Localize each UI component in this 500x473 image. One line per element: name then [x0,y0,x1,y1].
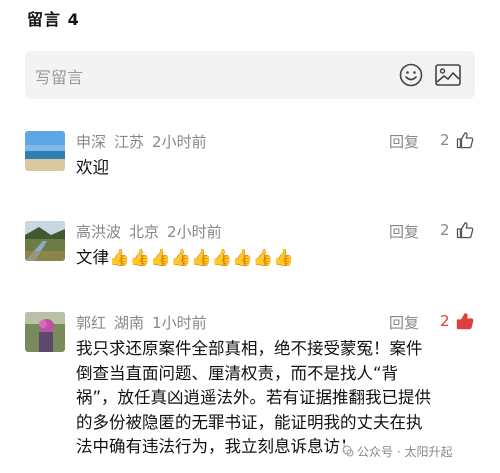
comment-input-placeholder: 写留言 [35,68,84,87]
reply-button[interactable]: 回复 [389,221,419,242]
like-count: 2 [440,221,450,239]
commenter-location: 北京 [129,223,160,241]
wechat-logo-icon [342,445,354,457]
watermark: 公众号 · 太阳升起 [342,443,453,460]
avatar[interactable] [25,312,65,352]
comment-item: 申深 江苏 2小时前 回复 2 欢迎 [25,131,480,191]
avatar[interactable] [25,221,65,261]
comment-text-line: 倒查当直面问题、厘清权责，而不是找人“背 [76,363,399,383]
commenter-name[interactable]: 郭红 [76,314,106,332]
smile-emoji-icon[interactable] [399,63,423,87]
watermark-text: 公众号 · 太阳升起 [357,445,453,459]
comment-text: 文律👍👍👍👍👍👍👍👍👍 [76,248,294,267]
commenter-location: 湖南 [114,314,145,332]
comment-time: 2小时前 [167,223,222,241]
thumbs-up-icon[interactable] [456,131,474,149]
comment-time: 2小时前 [152,133,207,151]
commenter-location: 江苏 [114,133,145,151]
comment-text-line: 的多份被隐匿的无罪书证，能证明我的丈夫在执 [76,412,423,432]
comment-meta: 郭红 湖南 1小时前 [76,312,215,333]
commenter-name[interactable]: 高洪波 [76,223,121,241]
comment-text: 欢迎 [76,158,109,177]
comment-text-line: 祸”，放任真凶逍遥法外。若有证据推翻我已提供 [76,388,432,407]
comment-text-line: 我只求还原案件全部真相，绝不接受蒙冤！案件 [76,339,423,358]
like-count: 2 [440,131,450,149]
comment-meta: 高洪波 北京 2小时前 [76,221,230,242]
thumbs-up-icon[interactable] [456,221,474,239]
reply-button[interactable]: 回复 [389,312,419,333]
image-icon[interactable] [435,64,461,86]
comment-time: 1小时前 [152,314,207,332]
comment-input[interactable]: 写留言 [25,51,475,99]
reply-button[interactable]: 回复 [389,131,419,152]
like-count: 2 [440,312,450,330]
page-title: 留言 4 [27,10,80,29]
avatar[interactable] [25,131,65,171]
comment-item: 高洪波 北京 2小时前 回复 2 文律👍👍👍👍👍👍👍👍👍 [25,221,480,281]
comment-meta: 申深 江苏 2小时前 [76,131,215,152]
commenter-name[interactable]: 申深 [76,133,106,151]
thumbs-up-filled-icon[interactable] [456,312,474,330]
comment-text: 我只求还原案件全部真相，绝不接受蒙冤！案件 倒查当直面问题、厘清权责，而不是找人… [76,337,431,460]
